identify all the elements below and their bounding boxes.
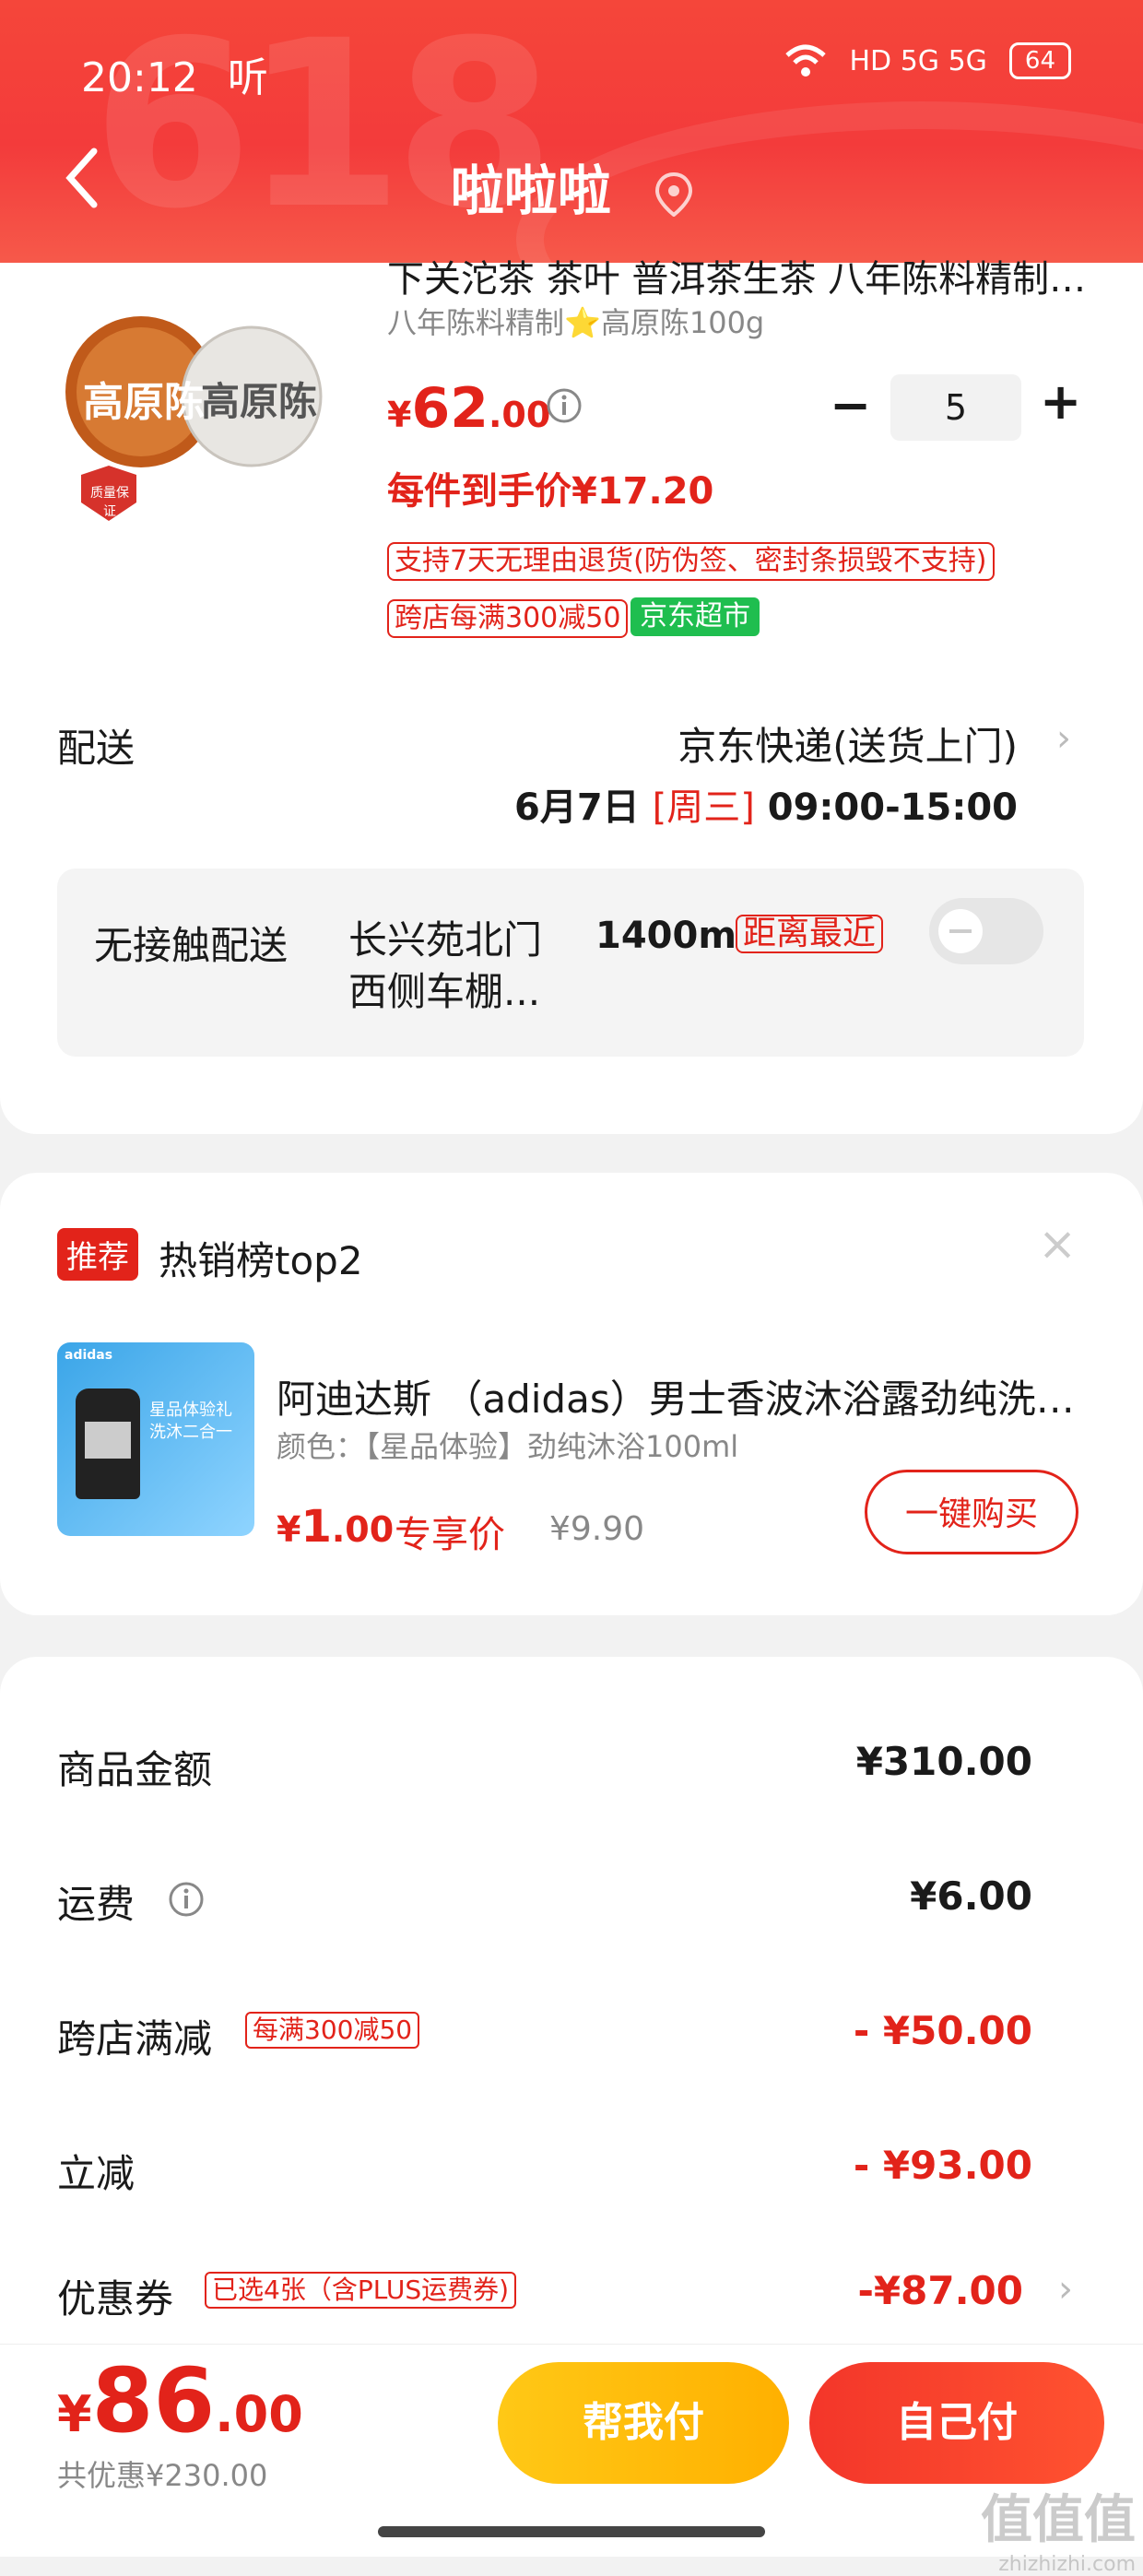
rec-price-decimal: .00 [331, 1509, 395, 1550]
instant-discount-value: - ¥93.00 [853, 2143, 1032, 2188]
toggle-knob [938, 909, 983, 953]
nearest-tag: 距离最近 [736, 915, 884, 953]
coupon-value[interactable]: -¥87.00 [857, 2268, 1023, 2313]
recommend-title: 热销榜top2 [159, 1238, 363, 1283]
rec-price-integer: 1 [300, 1501, 332, 1553]
one-click-buy-button[interactable]: 一键购买 [865, 1470, 1078, 1554]
shipping-method[interactable]: 京东快递(送货上门) [678, 715, 1018, 772]
status-time: 20:12 [81, 54, 198, 101]
coupon-label: 优惠券 [57, 2276, 174, 2322]
goods-amount-value: ¥310.00 [855, 1739, 1032, 1784]
chevron-right-icon[interactable]: › [1056, 717, 1071, 760]
shipping-weekday: [周三] [652, 786, 755, 829]
total-price: ¥86.00 [57, 2349, 303, 2452]
freight-value: ¥6.00 [910, 1873, 1032, 1919]
price-integer: 62 [411, 376, 489, 441]
coupon-tag[interactable]: 已选4张（含PLUS运费券) [205, 2272, 517, 2309]
unit-price: 每件到手价¥17.20 [387, 470, 714, 513]
rec-price-currency: ¥ [277, 1509, 301, 1550]
total-currency: ¥ [57, 2385, 92, 2443]
recommend-image-brand: adidas [65, 1348, 113, 1363]
total-saved: 共优惠¥230.00 [57, 2458, 268, 2493]
cross-store-value: - ¥50.00 [853, 2008, 1032, 2053]
return-policy-tag: 支持7天无理由退货(防伪签、密封条损毁不支持) [387, 542, 995, 581]
watermark-logo: 值值值 zhizhizhi.com [981, 2478, 1136, 2576]
contactless-distance: 1400m [595, 915, 737, 957]
contactless-delivery-box: 无接触配送 长兴苑北门西侧车棚... 1400m 距离最近 [57, 869, 1084, 1057]
original-price: ¥9.90 [549, 1510, 645, 1548]
exclusive-price-label: 专享价 [395, 1514, 505, 1556]
pay-myself-button[interactable]: 自己付 [809, 2362, 1104, 2484]
cross-store-label: 跨店满减 [57, 2016, 213, 2062]
contactless-label: 无接触配送 [94, 923, 289, 968]
battery-icon: 64 [1008, 42, 1071, 79]
status-icons: HD 5G 5G 64 [784, 42, 1071, 79]
quantity-input[interactable]: 5 [890, 374, 1021, 441]
watermark-sub: zhizhizhi.com [998, 2553, 1136, 2576]
wifi-icon [784, 44, 826, 77]
total-decimal: .00 [215, 2385, 303, 2443]
cross-store-promo-tag: 跨店每满300减50 [387, 599, 629, 638]
network-indicators: HD 5G 5G [849, 44, 987, 77]
location-pin-icon[interactable] [655, 171, 693, 217]
product-price: ¥62.00 [387, 376, 550, 441]
price-decimal: .00 [488, 395, 551, 435]
shipping-date: 6月7日 [513, 786, 640, 829]
help-me-pay-button[interactable]: 帮我付 [498, 2362, 789, 2484]
product-image-label-2: 高原陈 [201, 379, 318, 424]
page-title: 啦啦啦 [0, 148, 1143, 225]
product-spec: 八年陈料精制⭐高原陈100g [387, 305, 765, 340]
recommend-badge: 推荐 [57, 1228, 138, 1281]
info-icon[interactable] [546, 387, 583, 424]
instant-discount-label: 立减 [57, 2151, 136, 2196]
app-glyph: 听 [227, 54, 268, 101]
quantity-decrease-button[interactable]: − [830, 376, 871, 434]
header-bar: 618 20:12 听 HD 5G 5G 64 啦啦啦 [0, 0, 1143, 263]
goods-amount-label: 商品金额 [57, 1747, 213, 1792]
cross-store-tag: 每满300减50 [245, 2012, 420, 2049]
recommend-product-name[interactable]: 阿迪达斯 （adidas）男士香波沐浴露劲纯洗沐二合一 [277, 1368, 1088, 1424]
shipping-label: 配送 [57, 726, 136, 771]
contactless-place[interactable]: 长兴苑北门西侧车棚... [348, 915, 560, 1018]
jd-supermarket-tag: 京东超市 [630, 597, 760, 636]
close-icon[interactable]: × [1038, 1217, 1077, 1270]
freight-label: 运费 [57, 1882, 136, 1927]
shipping-time[interactable]: 6月7日 [周三] 09:00-15:00 [514, 777, 1018, 831]
page-title-text: 啦啦啦 [450, 160, 611, 222]
watermark-text: 值值值 [981, 2490, 1136, 2550]
quality-badge: 质量保证 [90, 486, 129, 519]
recommend-image-text: 星品体验礼 洗沐二合一 [149, 1400, 232, 1442]
recommend-price: ¥1.00 [277, 1501, 394, 1553]
price-currency: ¥ [387, 395, 412, 435]
product-image-label-1: 高原陈 [83, 379, 205, 426]
quantity-increase-button[interactable]: + [1040, 372, 1081, 431]
chevron-right-icon[interactable]: › [1058, 2268, 1073, 2310]
product-title[interactable]: 下关沱茶 茶叶 普洱茶生茶 八年陈料精制高原陈100g [387, 249, 1088, 302]
recommend-product-spec: 颜色：【星品体验】劲纯沐浴100ml [277, 1429, 739, 1464]
bottle-label [85, 1422, 131, 1459]
home-indicator[interactable] [378, 2526, 765, 2537]
status-bar: 20:12 听 [81, 44, 268, 103]
recommend-product-image[interactable]: adidas 星品体验礼 洗沐二合一 [57, 1342, 254, 1536]
contactless-toggle[interactable] [929, 898, 1043, 964]
info-icon[interactable] [168, 1881, 205, 1918]
product-image[interactable]: 高原陈 高原陈 质量保证 [63, 295, 344, 526]
shipping-slot: 09:00-15:00 [767, 786, 1018, 829]
total-integer: 86 [91, 2349, 216, 2452]
